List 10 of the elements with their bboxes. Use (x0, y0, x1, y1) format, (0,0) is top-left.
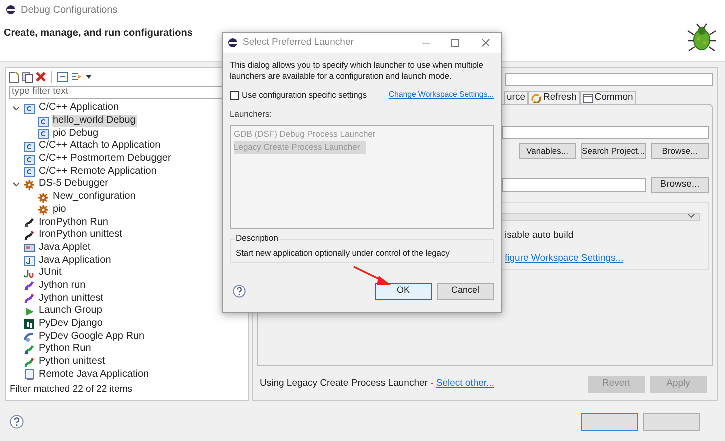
dialog-title: Select Preferred Launcher (243, 36, 355, 50)
launchers-label: Launchers: (230, 108, 274, 120)
page-heading: Create, manage, and run configurations (3, 27, 193, 41)
description-text: Start new application optionally under control of the legacy (236, 248, 450, 258)
option-label: isable auto build (505, 228, 574, 243)
filter-status: Filter matched 22 of 22 items (9, 382, 134, 397)
launcher-text: Using Legacy Create Process Launcher - (260, 378, 435, 390)
intro-text: This dialog allows you to specify which launcher to use when multiple launchers are available for a configuration and launch mode. (230, 60, 484, 82)
description-label: Description (235, 232, 280, 244)
window-title: Debug Configurations (21, 4, 118, 18)
